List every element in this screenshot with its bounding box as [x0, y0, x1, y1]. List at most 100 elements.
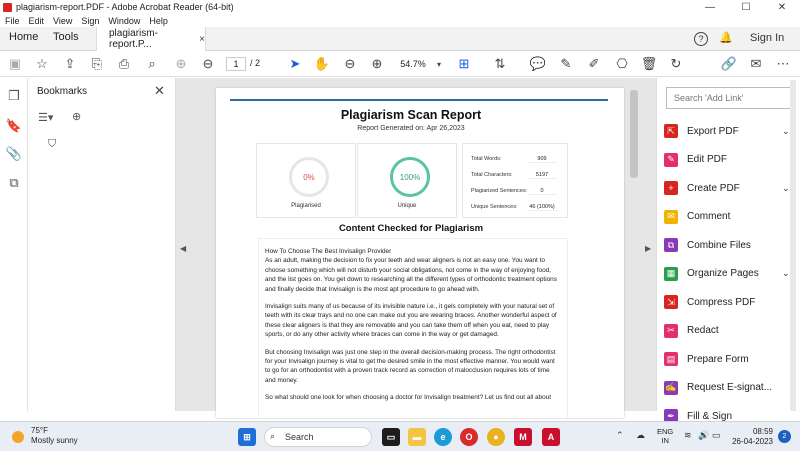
- menu-view[interactable]: View: [53, 16, 72, 26]
- stamp-icon[interactable]: ⎔: [613, 55, 631, 73]
- page-down-icon[interactable]: ⊖: [199, 55, 217, 73]
- comment-icon[interactable]: 💬: [529, 55, 547, 73]
- tab-home[interactable]: Home: [9, 31, 38, 43]
- unique-ring: 100%: [390, 157, 430, 197]
- tool-label: Prepare Form: [687, 353, 749, 365]
- battery-icon[interactable]: ▭: [712, 430, 721, 441]
- tool-label: Request E-signat...: [687, 382, 773, 393]
- print-icon[interactable]: ⎙: [115, 55, 133, 73]
- collapse-left-icon[interactable]: ◀: [180, 244, 186, 253]
- tool-redact[interactable]: ✂ Redact: [664, 322, 794, 340]
- tab-bar: Home Tools plagiarism-report.P... × ? 🔔 …: [0, 27, 800, 51]
- page-number-input[interactable]: 1: [226, 57, 246, 71]
- collapse-right-icon[interactable]: ▶: [645, 244, 651, 253]
- system-clock[interactable]: 08:59 26-04-2023: [727, 427, 773, 447]
- minimize-button[interactable]: —: [692, 2, 728, 13]
- maximize-button[interactable]: ☐: [728, 2, 764, 13]
- tool-prepare-form[interactable]: ▤ Prepare Form: [664, 350, 794, 368]
- bookmark-item-icon[interactable]: ⛉: [48, 138, 56, 151]
- tool-create-pdf[interactable]: + Create PDF ⌄: [664, 179, 794, 197]
- find-icon[interactable]: ⌕: [143, 55, 161, 73]
- new-bookmark-icon[interactable]: ⊕: [72, 110, 81, 123]
- draw-icon[interactable]: ✐: [585, 55, 603, 73]
- upload-icon[interactable]: ⇪: [61, 55, 79, 73]
- delete-icon[interactable]: 🗑: [640, 55, 658, 73]
- sign-in-button[interactable]: Sign In: [750, 32, 784, 44]
- edge-icon[interactable]: e: [434, 428, 452, 446]
- menu-file[interactable]: File: [5, 16, 20, 26]
- weather-temp: 75°F: [31, 426, 48, 435]
- mcafee-icon[interactable]: M: [514, 428, 532, 446]
- cloud-icon[interactable]: ☁: [636, 430, 645, 441]
- bell-icon[interactable]: 🔔: [719, 31, 733, 44]
- highlight-icon[interactable]: ✎: [557, 55, 575, 73]
- menu-sign[interactable]: Sign: [81, 16, 99, 26]
- tool-compress-pdf[interactable]: ⇲ Compress PDF: [664, 293, 794, 311]
- stat-label: Total Characters:: [471, 172, 513, 178]
- scroll-mode-icon[interactable]: ⇅: [491, 55, 509, 73]
- wifi-icon[interactable]: ≋: [684, 430, 692, 441]
- rotate-icon[interactable]: ↻: [667, 55, 685, 73]
- report-title: Plagiarism Scan Report: [340, 108, 482, 122]
- hand-tool-icon[interactable]: ✋: [313, 55, 331, 73]
- tool-label: Compress PDF: [687, 296, 756, 308]
- select-cursor-icon[interactable]: ➤: [286, 55, 304, 73]
- mail-icon[interactable]: ✉: [747, 55, 765, 73]
- document-scrollbar[interactable]: [630, 90, 638, 178]
- page-up-icon[interactable]: ⊕: [172, 55, 190, 73]
- stat-label: Unique Sentences:: [471, 204, 518, 210]
- page-thumbnails-icon[interactable]: ❐: [5, 88, 23, 106]
- bookmarks-icon[interactable]: 🔖: [5, 118, 23, 136]
- zoom-level[interactable]: 54.7%: [396, 57, 430, 71]
- page-fit-icon[interactable]: ⊞: [455, 55, 473, 73]
- share-file-icon[interactable]: ⎘: [88, 55, 106, 73]
- tool-comment[interactable]: ✉ Comment: [664, 208, 794, 226]
- file-explorer-icon[interactable]: ▬: [408, 428, 426, 446]
- document-tab-label: plagiarism-report.P...: [109, 28, 158, 50]
- menu-edit[interactable]: Edit: [29, 16, 45, 26]
- close-bookmarks-icon[interactable]: ✕: [154, 83, 165, 99]
- taskbar-search[interactable]: Search: [264, 427, 372, 447]
- volume-icon[interactable]: 🔊: [698, 430, 709, 441]
- help-icon[interactable]: ?: [694, 32, 708, 46]
- tool-request-e-signat[interactable]: ✍ Request E-signat...: [664, 379, 794, 397]
- tool-label: Comment: [687, 211, 731, 222]
- tool-label: Organize Pages: [687, 268, 759, 279]
- close-tab-icon[interactable]: ×: [199, 34, 205, 45]
- notification-badge[interactable]: 2: [778, 430, 791, 443]
- tools-pane-scrollbar[interactable]: [790, 80, 796, 411]
- more-tools-icon[interactable]: ⋯: [774, 55, 792, 73]
- bookmark-star-icon[interactable]: ☆: [33, 55, 51, 73]
- tool-export-pdf[interactable]: ⇱ Export PDF ⌄: [664, 122, 794, 140]
- acrobat-taskbar-icon[interactable]: A: [542, 428, 560, 446]
- zoom-out-icon[interactable]: ⊖: [341, 55, 359, 73]
- attachments-icon[interactable]: 📎: [5, 146, 23, 164]
- tool-organize-pages[interactable]: ▦ Organize Pages ⌄: [664, 265, 794, 283]
- language-indicator[interactable]: ENG IN: [657, 427, 673, 445]
- link-icon[interactable]: 🔗: [720, 55, 738, 73]
- start-button[interactable]: ⊞: [238, 428, 256, 446]
- tab-tools[interactable]: Tools: [53, 31, 79, 43]
- tool-combine-files[interactable]: ⧉ Combine Files: [664, 236, 794, 254]
- tools-pane: Search 'Add Link' ⇱ Export PDF ⌄ ✎ Edit PDF +…: [656, 78, 800, 423]
- tool-edit-pdf[interactable]: ✎ Edit PDF: [664, 151, 794, 169]
- close-button[interactable]: ✕: [764, 2, 800, 13]
- menu-help[interactable]: Help: [149, 16, 168, 26]
- layers-icon[interactable]: ⧉: [5, 175, 23, 193]
- tool-label: Redact: [687, 325, 719, 336]
- content-paragraph: Invisalign suits many of us because of i…: [265, 303, 557, 339]
- plagiarised-card: 0% Plagiarised: [256, 143, 356, 218]
- weather-widget[interactable]: 75°F Mostly sunny: [31, 426, 78, 446]
- clock-date: 26-04-2023: [732, 437, 773, 446]
- task-view-icon[interactable]: ▭: [382, 428, 400, 446]
- bookmark-options-icon[interactable]: ☰▾: [38, 111, 53, 124]
- menu-window[interactable]: Window: [108, 16, 140, 26]
- opera-icon[interactable]: O: [460, 428, 478, 446]
- tray-expand-icon[interactable]: ⌃: [616, 430, 624, 441]
- save-icon[interactable]: ▣: [6, 55, 24, 73]
- tab-document[interactable]: plagiarism-report.P... ×: [96, 27, 206, 51]
- tools-search-input[interactable]: Search 'Add Link': [666, 87, 791, 109]
- zoom-in-icon[interactable]: ⊕: [368, 55, 386, 73]
- chrome-icon[interactable]: ●: [487, 428, 505, 446]
- zoom-dropdown-icon[interactable]: ▾: [430, 55, 448, 73]
